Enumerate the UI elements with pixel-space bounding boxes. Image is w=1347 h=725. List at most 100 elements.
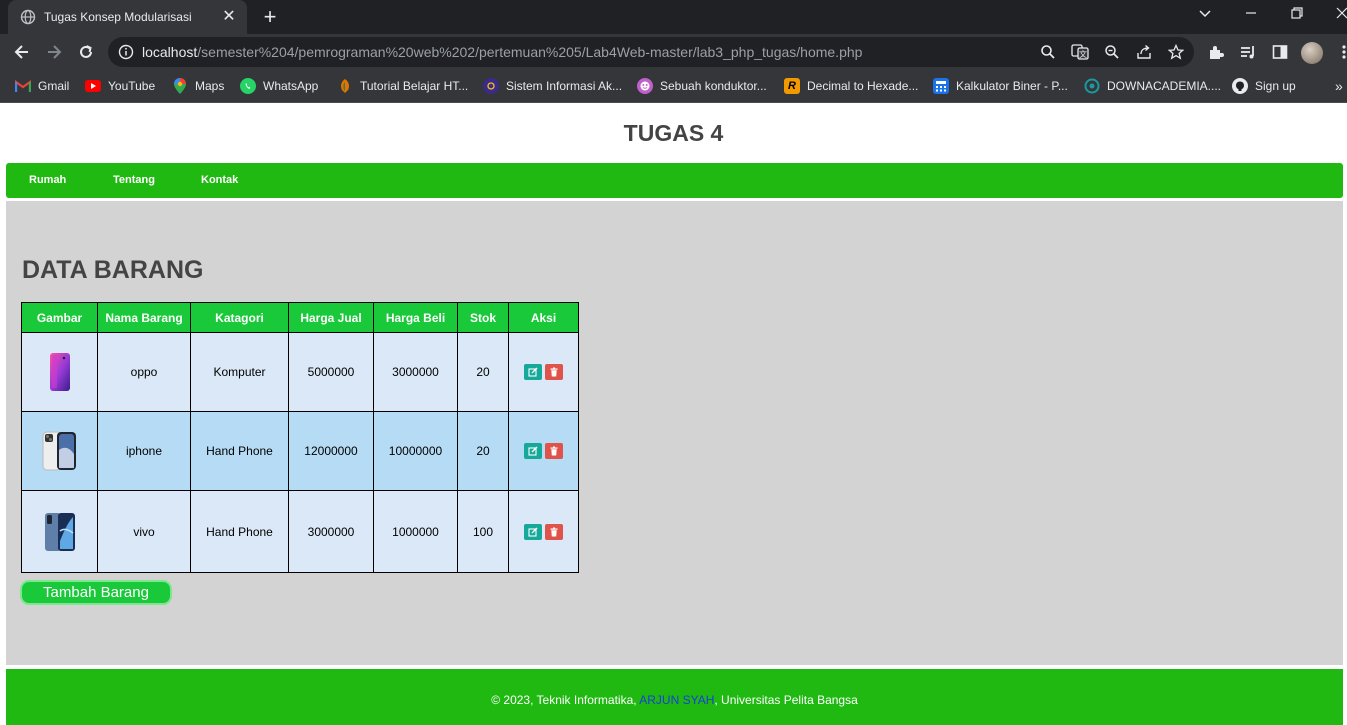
- nav-link-rumah[interactable]: Rumah: [29, 174, 66, 186]
- bookmark-kalkulator-biner[interactable]: Kalkulator Biner - P...: [933, 77, 1068, 95]
- extensions-icon[interactable]: [1204, 40, 1228, 64]
- url-text: localhost/semester%204/pemrograman%20web…: [142, 44, 862, 60]
- vivo-phone-image: [44, 512, 75, 551]
- product-buy-price: 1000000: [373, 490, 458, 573]
- iphone-phone-image: [42, 431, 76, 471]
- site-footer: © 2023, Teknik Informatika, ARJUN SYAH, …: [6, 669, 1343, 725]
- product-name: oppo: [97, 332, 191, 412]
- reload-icon[interactable]: [73, 39, 99, 65]
- tambah-barang-button[interactable]: Tambah Barang: [20, 580, 172, 605]
- table-row: iphone Hand Phone 12000000 10000000 20: [21, 411, 579, 491]
- product-category: Komputer: [190, 332, 289, 412]
- menu-kebab-icon[interactable]: [1332, 40, 1347, 64]
- more-bookmarks-chevron[interactable]: »: [1335, 77, 1343, 95]
- share-icon[interactable]: [1134, 42, 1154, 62]
- downacademia-icon: [1084, 78, 1100, 94]
- bookmark-youtube[interactable]: YouTube: [85, 77, 155, 95]
- delete-trash-icon[interactable]: [545, 523, 563, 540]
- whatsapp-icon: [240, 78, 256, 94]
- bookmark-maps[interactable]: Maps: [172, 77, 224, 95]
- decimal-icon: R: [784, 78, 800, 94]
- column-header-stok: Stok: [457, 302, 509, 333]
- url-path: /semester%204/pemrograman%20web%202/pert…: [197, 44, 863, 60]
- new-tab-button[interactable]: +: [259, 6, 281, 28]
- bookmark-konduktor[interactable]: Sebuah konduktor...: [637, 77, 767, 95]
- table-row: oppo Komputer 5000000 3000000 20: [21, 332, 579, 412]
- restore-window-icon[interactable]: [1285, 5, 1309, 25]
- delete-trash-icon[interactable]: [545, 443, 563, 459]
- browser-tab-active[interactable]: Tugas Konsep Modularisasi ✕: [8, 0, 247, 34]
- product-sell-price: 3000000: [288, 490, 374, 573]
- close-tab-icon[interactable]: ✕: [221, 9, 237, 25]
- footer-suffix: , Universitas Pelita Bangsa: [714, 693, 858, 707]
- youtube-icon: [85, 78, 101, 94]
- table-row: vivo Hand Phone 3000000 1000000 100: [21, 490, 579, 573]
- product-image-cell: [21, 490, 98, 573]
- browser-tab-bar: Tugas Konsep Modularisasi ✕ +: [0, 0, 1347, 34]
- search-icon[interactable]: [1038, 42, 1058, 62]
- site-info-icon[interactable]: [118, 44, 134, 60]
- product-image-cell: [21, 332, 98, 412]
- column-header-harga-beli: Harga Beli: [373, 302, 458, 333]
- bookmark-gmail[interactable]: Gmail: [15, 77, 69, 95]
- bookmark-tutorial[interactable]: Tutorial Belajar HT...: [337, 77, 468, 95]
- web-page: TUGAS 4 Rumah Tentang Kontak DATA BARANG…: [0, 103, 1347, 725]
- zoom-out-icon[interactable]: [1102, 42, 1122, 62]
- product-stock: 20: [457, 411, 509, 491]
- profile-avatar[interactable]: [1301, 42, 1323, 64]
- side-panel-icon[interactable]: [1268, 40, 1292, 64]
- column-header-harga-jual: Harga Jual: [288, 302, 374, 333]
- minimize-window-icon[interactable]: [1239, 5, 1263, 25]
- bookmark-whatsapp[interactable]: WhatsApp: [240, 77, 318, 95]
- globe-icon: [20, 9, 36, 25]
- nav-link-tentang[interactable]: Tentang: [113, 174, 155, 186]
- forward-arrow-icon[interactable]: [41, 39, 67, 65]
- column-header-katagori: Katagori: [190, 302, 289, 333]
- oppo-phone-image: [49, 353, 70, 391]
- footer-text: © 2023, Teknik Informatika, ARJUN SYAH, …: [6, 693, 1343, 707]
- product-sell-price: 12000000: [288, 411, 374, 491]
- maps-icon: [172, 78, 188, 94]
- product-actions: [508, 332, 579, 412]
- column-header-nama-barang: Nama Barang: [97, 302, 191, 333]
- delete-trash-icon[interactable]: [545, 364, 563, 380]
- address-bar[interactable]: localhost/semester%204/pemrograman%20web…: [108, 37, 1194, 67]
- tab-title: Tugas Konsep Modularisasi: [44, 10, 192, 24]
- footer-prefix: © 2023, Teknik Informatika,: [491, 693, 640, 707]
- product-category: Hand Phone: [190, 411, 289, 491]
- translate-icon[interactable]: 文: [1070, 42, 1090, 62]
- product-sell-price: 5000000: [288, 332, 374, 412]
- bookmark-sistem-informasi[interactable]: Sistem Informasi Ak...: [483, 77, 622, 95]
- sia-icon: [483, 78, 499, 94]
- edit-icon[interactable]: [524, 523, 542, 540]
- svg-text:文: 文: [1079, 49, 1087, 59]
- bookmark-signup[interactable]: Sign up: [1232, 77, 1296, 95]
- close-window-icon[interactable]: [1330, 5, 1347, 25]
- product-buy-price: 10000000: [373, 411, 458, 491]
- data-barang-table: Gambar Nama Barang Katagori Harga Jual H…: [21, 302, 579, 573]
- product-actions: [508, 411, 579, 491]
- product-image-cell: [21, 411, 98, 491]
- url-host: localhost: [142, 44, 198, 60]
- edit-icon[interactable]: [524, 443, 542, 459]
- tab-search-chevron-icon[interactable]: [1193, 5, 1217, 25]
- gmail-icon: [15, 78, 31, 94]
- footer-author-link[interactable]: ARJUN SYAH: [639, 693, 714, 707]
- product-actions: [508, 490, 579, 573]
- calculator-icon: [933, 78, 949, 94]
- section-title: DATA BARANG: [22, 256, 204, 284]
- product-name: iphone: [97, 411, 191, 491]
- reading-list-icon[interactable]: [1236, 40, 1260, 64]
- product-buy-price: 3000000: [373, 332, 458, 412]
- nav-link-kontak[interactable]: Kontak: [201, 174, 238, 186]
- edit-icon[interactable]: [524, 364, 542, 380]
- product-stock: 20: [457, 332, 509, 412]
- bookmark-downacademia[interactable]: DOWNACADEMIA....: [1084, 77, 1221, 95]
- browser-toolbar: localhost/semester%204/pemrograman%20web…: [0, 34, 1347, 70]
- table-header-row: Gambar Nama Barang Katagori Harga Jual H…: [21, 302, 579, 333]
- github-icon: [1232, 78, 1248, 94]
- back-arrow-icon[interactable]: [9, 39, 35, 65]
- bookmark-star-icon[interactable]: [1166, 42, 1186, 62]
- tutorial-icon: [337, 78, 353, 94]
- bookmark-decimal-hex[interactable]: R Decimal to Hexade...: [784, 77, 918, 95]
